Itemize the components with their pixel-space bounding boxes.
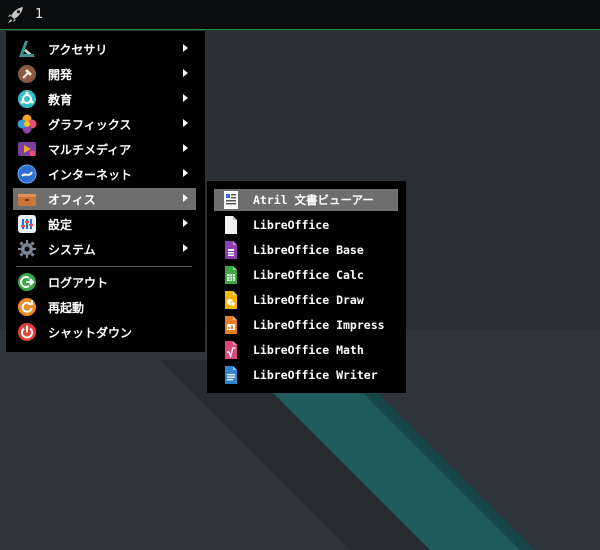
menu-item-label: マルチメディア bbox=[48, 142, 132, 157]
top-panel: 1 bbox=[0, 0, 600, 30]
menu-item-reboot[interactable]: 再起動 bbox=[13, 296, 196, 318]
menu-item-label: 設定 bbox=[48, 217, 73, 232]
libreoffice-impress-icon bbox=[221, 315, 241, 335]
menu-item-label: LibreOffice Impress bbox=[253, 318, 385, 332]
libreoffice-draw-icon bbox=[221, 290, 241, 310]
submenu-arrow-icon bbox=[183, 219, 188, 227]
menu-item-label: LibreOffice Base bbox=[253, 243, 364, 257]
menu-item-label: システム bbox=[48, 242, 96, 257]
menu-item-shutdown[interactable]: シャットダウン bbox=[13, 321, 196, 343]
menu-item-libreoffice-writer[interactable]: LibreOffice Writer bbox=[214, 364, 398, 386]
main-menu: アクセサリ 開発 教育 グラフィックス マルチメディア インターネット オフィス… bbox=[6, 31, 205, 352]
settings-icon bbox=[17, 214, 37, 234]
menu-item-office[interactable]: オフィス bbox=[13, 188, 196, 210]
libreoffice-calc-icon bbox=[221, 265, 241, 285]
submenu-arrow-icon bbox=[183, 169, 188, 177]
menu-divider bbox=[16, 266, 192, 267]
menu-item-graphics[interactable]: グラフィックス bbox=[13, 113, 196, 135]
submenu-arrow-icon bbox=[183, 44, 188, 52]
submenu-arrow-icon bbox=[183, 144, 188, 152]
reboot-icon bbox=[17, 297, 37, 317]
shutdown-icon bbox=[17, 322, 37, 342]
menu-item-multimedia[interactable]: マルチメディア bbox=[13, 138, 196, 160]
accessories-icon bbox=[17, 39, 37, 59]
menu-item-label: LibreOffice Math bbox=[253, 343, 364, 357]
menu-item-system[interactable]: システム bbox=[13, 238, 196, 260]
menu-item-libreoffice-calc[interactable]: LibreOffice Calc bbox=[214, 264, 398, 286]
menu-item-development[interactable]: 開発 bbox=[13, 63, 196, 85]
multimedia-icon bbox=[17, 139, 37, 159]
office-icon bbox=[17, 189, 37, 209]
document-viewer-icon bbox=[221, 190, 241, 210]
menu-item-label: グラフィックス bbox=[48, 117, 132, 132]
education-icon bbox=[17, 89, 37, 109]
submenu-arrow-icon bbox=[183, 194, 188, 202]
menu-item-libreoffice-base[interactable]: LibreOffice Base bbox=[214, 239, 398, 261]
libreoffice-writer-icon bbox=[221, 365, 241, 385]
submenu-arrow-icon bbox=[183, 119, 188, 127]
menu-item-label: アクセサリ bbox=[48, 42, 108, 57]
internet-icon bbox=[17, 164, 37, 184]
office-submenu: Atril 文書ビューアー LibreOffice LibreOffice Ba… bbox=[207, 181, 406, 393]
menu-item-logout[interactable]: ログアウト bbox=[13, 271, 196, 293]
menu-item-label: ログアウト bbox=[48, 275, 109, 290]
menu-item-internet[interactable]: インターネット bbox=[13, 163, 196, 185]
menu-item-libreoffice-math[interactable]: LibreOffice Math bbox=[214, 339, 398, 361]
menu-item-accessories[interactable]: アクセサリ bbox=[13, 38, 196, 60]
menu-item-label: オフィス bbox=[48, 192, 96, 207]
menu-item-libreoffice-draw[interactable]: LibreOffice Draw bbox=[214, 289, 398, 311]
libreoffice-base-icon bbox=[221, 240, 241, 260]
submenu-arrow-icon bbox=[183, 69, 188, 77]
menu-item-label: LibreOffice Calc bbox=[253, 268, 364, 282]
menu-item-label: LibreOffice Draw bbox=[253, 293, 364, 307]
menu-item-settings[interactable]: 設定 bbox=[13, 213, 196, 235]
menu-item-atril[interactable]: Atril 文書ビューアー bbox=[214, 189, 398, 211]
libreoffice-icon bbox=[221, 215, 241, 235]
workspace-indicator[interactable]: 1 bbox=[35, 7, 43, 22]
menu-item-label: 開発 bbox=[48, 67, 73, 82]
submenu-arrow-icon bbox=[183, 244, 188, 252]
menu-item-education[interactable]: 教育 bbox=[13, 88, 196, 110]
system-gear-icon bbox=[17, 239, 37, 259]
submenu-arrow-icon bbox=[183, 94, 188, 102]
graphics-icon bbox=[17, 114, 37, 134]
menu-item-label: 教育 bbox=[48, 92, 73, 107]
menu-item-label: 再起動 bbox=[48, 300, 85, 315]
menu-item-label: インターネット bbox=[48, 167, 133, 182]
libreoffice-math-icon bbox=[221, 340, 241, 360]
logout-icon bbox=[17, 272, 37, 292]
menu-item-label: LibreOffice Writer bbox=[253, 368, 378, 382]
menu-item-libreoffice[interactable]: LibreOffice bbox=[214, 214, 398, 236]
menu-item-label: シャットダウン bbox=[48, 325, 133, 340]
rocket-icon[interactable] bbox=[6, 5, 26, 25]
development-icon bbox=[17, 64, 37, 84]
menu-item-libreoffice-impress[interactable]: LibreOffice Impress bbox=[214, 314, 398, 336]
menu-item-label: LibreOffice bbox=[253, 218, 330, 232]
menu-item-label: Atril 文書ビューアー bbox=[253, 193, 374, 207]
